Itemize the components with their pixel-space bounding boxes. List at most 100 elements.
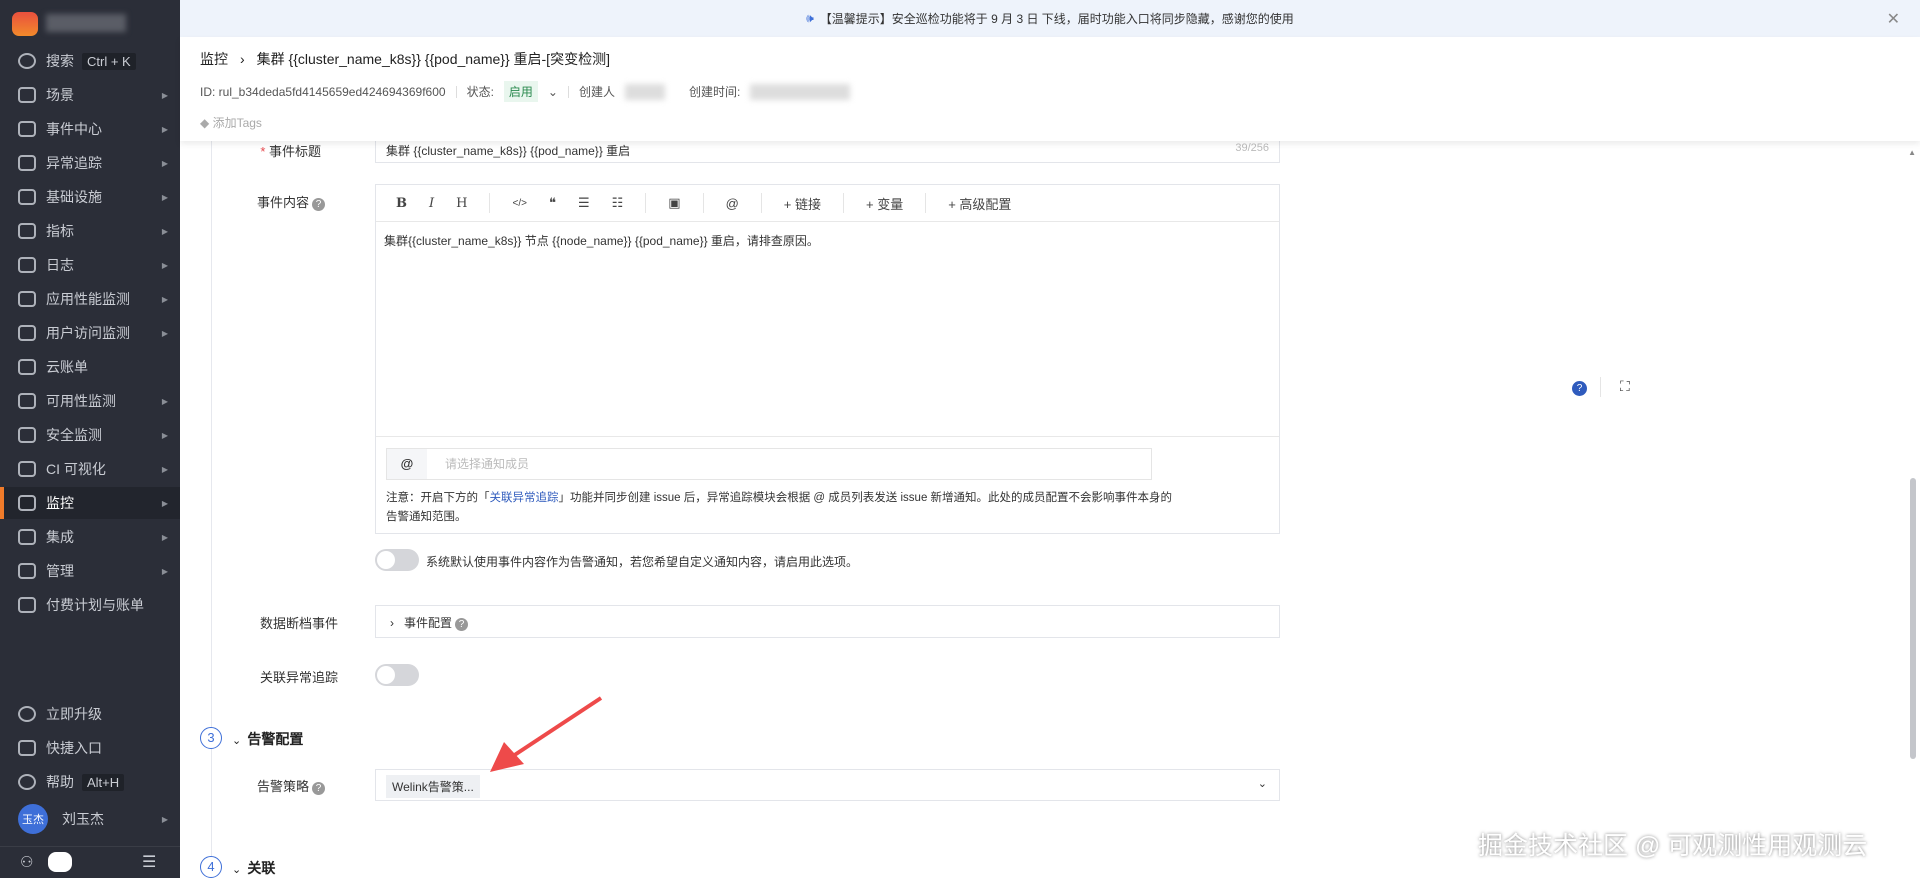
bold-button[interactable]: B: [396, 196, 407, 211]
speaker-icon: 🕪: [806, 11, 814, 25]
nav-icon: [18, 121, 36, 137]
add-tags-button[interactable]: ◆ 添加Tags: [200, 114, 262, 131]
italic-button[interactable]: I: [429, 196, 434, 211]
sidebar-item-label: 基础设施: [46, 189, 102, 205]
search-icon: [18, 53, 36, 69]
scroll-up-icon[interactable]: ▲: [1908, 148, 1916, 157]
sidebar-item[interactable]: 管理 ▶: [0, 555, 180, 587]
chevron-down-icon[interactable]: ⌄: [548, 85, 558, 99]
sidebar-item[interactable]: 用户访问监测 ▶: [0, 317, 180, 349]
sidebar-item[interactable]: 指标 ▶: [0, 215, 180, 247]
nav-icon: [18, 393, 36, 409]
chevron-right-icon: ▶: [161, 158, 168, 168]
sidebar-item[interactable]: 场景 ▶: [0, 79, 180, 111]
editor-content[interactable]: 集群{{cluster_name_k8s}} 节点 {{node_name}} …: [376, 222, 1279, 259]
nav-icon: [18, 461, 36, 477]
fullscreen-icon[interactable]: ⛶: [1620, 378, 1630, 395]
chevron-right-icon: ▶: [161, 260, 168, 270]
shortcut-button[interactable]: 快捷入口: [0, 732, 180, 764]
add-user-icon[interactable]: ⚇: [20, 853, 33, 871]
upgrade-button[interactable]: 立即升级: [0, 698, 180, 730]
help-shortcut: Alt+H: [82, 773, 125, 791]
custom-notify-toggle[interactable]: [375, 549, 419, 571]
issue-tracking-toggle[interactable]: [375, 664, 419, 686]
created-value: [750, 83, 851, 100]
event-title-value: 集群 {{cluster_name_k8s}} {{pod_name}} 重启: [386, 144, 631, 158]
sidebar-item-label: 云账单: [46, 359, 88, 375]
image-button[interactable]: ▣: [668, 195, 680, 211]
nav-icon: [18, 189, 36, 205]
sidebar-item[interactable]: 可用性监测 ▶: [0, 385, 180, 417]
policy-tag[interactable]: Welink告警策...: [386, 775, 480, 798]
sidebar-item[interactable]: 事件中心 ▶: [0, 113, 180, 145]
send-icon: [18, 740, 36, 756]
chevron-right-icon: ▶: [161, 328, 168, 338]
mention-button[interactable]: @: [726, 196, 739, 211]
sidebar-item[interactable]: 安全监测 ▶: [0, 419, 180, 451]
page-header: 监控 › 集群 {{cluster_name_k8s}} {{pod_name}} …: [180, 37, 1920, 141]
collapse-menu-icon[interactable]: ☰: [142, 852, 156, 872]
rule-id: ID: rul_b34deda5fd4145659ed424694369f600: [200, 84, 446, 99]
chevron-right-icon: ▶: [161, 396, 168, 406]
variable-button[interactable]: + 变量: [866, 194, 903, 213]
sidebar-item[interactable]: 集成 ▶: [0, 521, 180, 553]
user-menu[interactable]: 玉杰 刘玉杰 ▶: [0, 803, 180, 835]
code-button[interactable]: </>: [512, 198, 526, 209]
close-icon[interactable]: ✕: [1887, 9, 1900, 29]
sidebar-item[interactable]: 付费计划与账单: [0, 589, 180, 621]
workspace-name[interactable]: [46, 14, 126, 32]
section-related[interactable]: ⌄ 关联: [232, 858, 275, 878]
member-select[interactable]: @ 请选择通知成员: [386, 448, 1152, 480]
upgrade-label: 立即升级: [46, 706, 102, 722]
at-icon: @: [387, 449, 427, 479]
logo-icon[interactable]: [12, 12, 38, 36]
scrollbar[interactable]: [1910, 478, 1916, 759]
sidebar-item[interactable]: CI 可视化 ▶: [0, 453, 180, 485]
steps-line: [211, 141, 212, 878]
sidebar-item-label: 应用性能监测: [46, 291, 130, 307]
nodata-label: 数据断档事件: [259, 616, 338, 631]
bullet-list-button[interactable]: ☰: [578, 195, 590, 211]
sidebar-item[interactable]: 基础设施 ▶: [0, 181, 180, 213]
link-button[interactable]: + 链接: [784, 194, 821, 213]
sidebar-item-label: 集成: [46, 529, 74, 545]
annotation-arrow: [490, 696, 603, 772]
nodata-config-panel[interactable]: › 事件配置?: [375, 605, 1280, 638]
quote-button[interactable]: ❝: [549, 195, 556, 211]
bot-icon[interactable]: [48, 852, 72, 872]
section-alert-config[interactable]: ⌄ 告警配置: [232, 729, 303, 749]
chevron-right-icon: ▶: [161, 814, 168, 824]
tag-icon: ◆: [200, 116, 213, 130]
created-label: 创建时间:: [689, 85, 741, 99]
sidebar-item[interactable]: 应用性能监测 ▶: [0, 283, 180, 315]
help-icon: ?: [312, 198, 325, 211]
step-number: 3: [200, 727, 222, 749]
sidebar-item-label: 日志: [46, 257, 74, 273]
nav-icon: [18, 257, 36, 273]
sidebar-item[interactable]: 监控 ▶: [0, 487, 180, 519]
event-content-label: 事件内容?: [205, 192, 325, 211]
rule-meta: ID: rul_b34deda5fd4145659ed424694369f600…: [200, 81, 851, 102]
advanced-config-button[interactable]: + 高级配置: [948, 194, 1011, 213]
issue-tracking-link[interactable]: 关联异常追踪: [490, 492, 559, 504]
nav-icon: [18, 495, 36, 511]
breadcrumb-root[interactable]: 监控: [200, 51, 228, 67]
status-badge[interactable]: 启用: [503, 81, 538, 102]
chevron-down-icon: ⌄: [232, 735, 248, 747]
sidebar-item[interactable]: 异常追踪 ▶: [0, 147, 180, 179]
search-button[interactable]: 搜索 Ctrl + K: [0, 45, 180, 77]
chevron-down-icon: ⌄: [232, 864, 248, 876]
sidebar-item[interactable]: 日志 ▶: [0, 249, 180, 281]
sidebar-item-label: 监控: [46, 495, 74, 511]
user-name: 刘玉杰: [62, 811, 104, 827]
nav-icon: [18, 359, 36, 375]
help-button[interactable]: 帮助 Alt+H: [0, 766, 180, 798]
help-icon[interactable]: ?: [1572, 381, 1587, 396]
numbered-list-button[interactable]: ☷: [612, 195, 624, 211]
sidebar-item[interactable]: 云账单: [0, 351, 180, 383]
heading-button[interactable]: H: [456, 196, 467, 211]
chevron-right-icon: ▶: [161, 90, 168, 100]
sidebar-item-label: 管理: [46, 563, 74, 579]
help-icon: ?: [312, 782, 325, 795]
nodata-config-label: 事件配置: [404, 616, 453, 630]
